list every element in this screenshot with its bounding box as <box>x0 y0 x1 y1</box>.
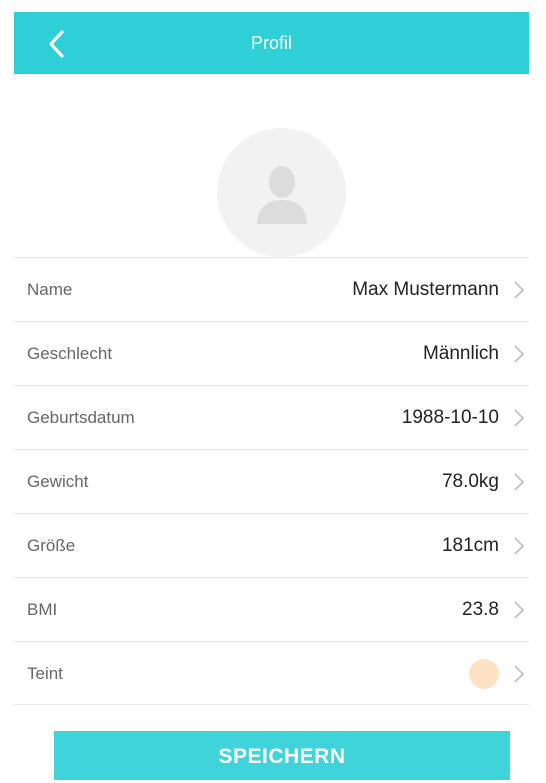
complexion-swatch <box>469 659 499 689</box>
page-title: Profil <box>250 33 292 53</box>
avatar[interactable] <box>217 128 346 257</box>
field-value: 78.0kg <box>441 471 499 492</box>
chevron-right-icon <box>514 473 525 491</box>
field-value: 23.8 <box>462 599 499 620</box>
field-value: Männlich <box>422 343 499 364</box>
chevron-right-icon <box>514 345 525 363</box>
field-row-gender[interactable]: Geschlecht Männlich <box>14 321 529 385</box>
field-value: Max Mustermann <box>352 279 499 300</box>
field-label: Gewicht <box>27 472 89 491</box>
field-row-name[interactable]: Name Max Mustermann <box>14 257 529 321</box>
user-silhouette-icon <box>256 165 307 224</box>
field-label: BMI <box>27 600 58 619</box>
chevron-right-icon <box>514 665 525 683</box>
field-row-height[interactable]: Größe 181cm <box>14 513 529 577</box>
field-value: 181cm <box>441 535 499 556</box>
field-label: Teint <box>27 664 63 683</box>
field-row-complexion[interactable]: Teint <box>14 641 529 705</box>
chevron-right-icon <box>514 281 525 299</box>
field-label: Geburtsdatum <box>27 408 135 427</box>
field-row-bmi[interactable]: BMI 23.8 <box>14 577 529 641</box>
profile-fields: Name Max Mustermann Geschlecht Männlich … <box>14 257 529 705</box>
field-label: Name <box>27 280 73 299</box>
field-value: 1988-10-10 <box>401 407 499 428</box>
field-row-weight[interactable]: Gewicht 78.0kg <box>14 449 529 513</box>
app-header: Profil <box>14 12 529 74</box>
chevron-right-icon <box>514 409 525 427</box>
chevron-right-icon <box>514 537 525 555</box>
chevron-right-icon <box>514 601 525 619</box>
save-button[interactable]: SPEICHERN <box>54 731 510 780</box>
field-row-birthdate[interactable]: Geburtsdatum 1988-10-10 <box>14 385 529 449</box>
field-label: Größe <box>27 536 76 555</box>
field-label: Geschlecht <box>27 344 113 363</box>
